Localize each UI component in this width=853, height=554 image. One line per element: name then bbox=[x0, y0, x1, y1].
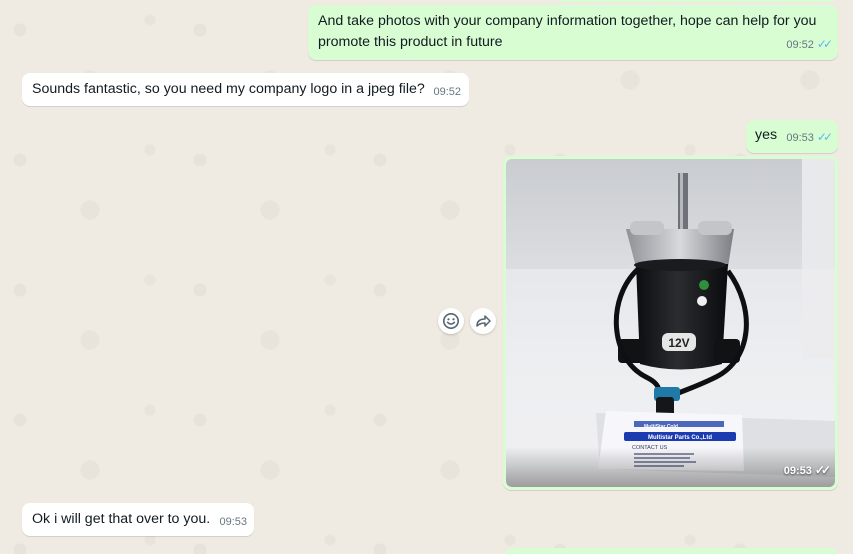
read-ticks-icon: ✓✓ bbox=[816, 130, 833, 144]
message-text: Ok i will get that over to you. bbox=[32, 511, 211, 527]
motor-voltage-label: 12V bbox=[668, 336, 689, 350]
incoming-message[interactable]: Sounds fantastic, so you need my company… bbox=[22, 73, 469, 106]
outgoing-image-message[interactable]: 12V MultiStar Cold Multistar Parts Co.,L… bbox=[503, 156, 838, 490]
message-text: Sounds fantastic, so you need my company… bbox=[32, 81, 425, 97]
message-text: And take photos with your company inform… bbox=[318, 13, 817, 50]
message-meta: 09:53 ✓✓ bbox=[786, 127, 833, 149]
forward-icon[interactable] bbox=[470, 308, 496, 334]
read-ticks-icon: ✓✓ bbox=[814, 463, 831, 477]
message-time: 09:52 bbox=[433, 86, 461, 98]
read-ticks-icon: ✓✓ bbox=[816, 37, 833, 51]
next-message-bubble bbox=[505, 548, 838, 554]
message-time: 09:53 bbox=[786, 132, 814, 144]
emoji-icon[interactable] bbox=[438, 308, 464, 334]
message-text: yes bbox=[755, 127, 778, 143]
outgoing-message[interactable]: yes 09:53 ✓✓ bbox=[746, 120, 838, 153]
message-time: 09:53 bbox=[783, 465, 812, 477]
outgoing-message[interactable]: And take photos with your company inform… bbox=[308, 5, 838, 60]
message-meta: 09:53 ✓✓ bbox=[783, 460, 831, 482]
incoming-message[interactable]: Ok i will get that over to you. 09:53 bbox=[22, 503, 254, 536]
message-time: 09:53 bbox=[219, 516, 247, 528]
product-photo[interactable]: 12V MultiStar Cold Multistar Parts Co.,L… bbox=[506, 159, 835, 487]
message-meta: 09:52 ✓✓ bbox=[786, 34, 833, 56]
message-time: 09:52 bbox=[786, 39, 814, 51]
card-company: Multistar Parts Co.,Ltd bbox=[648, 435, 712, 441]
card-brand: MultiStar Cold bbox=[644, 424, 678, 430]
previous-message-bubble bbox=[554, 0, 838, 2]
